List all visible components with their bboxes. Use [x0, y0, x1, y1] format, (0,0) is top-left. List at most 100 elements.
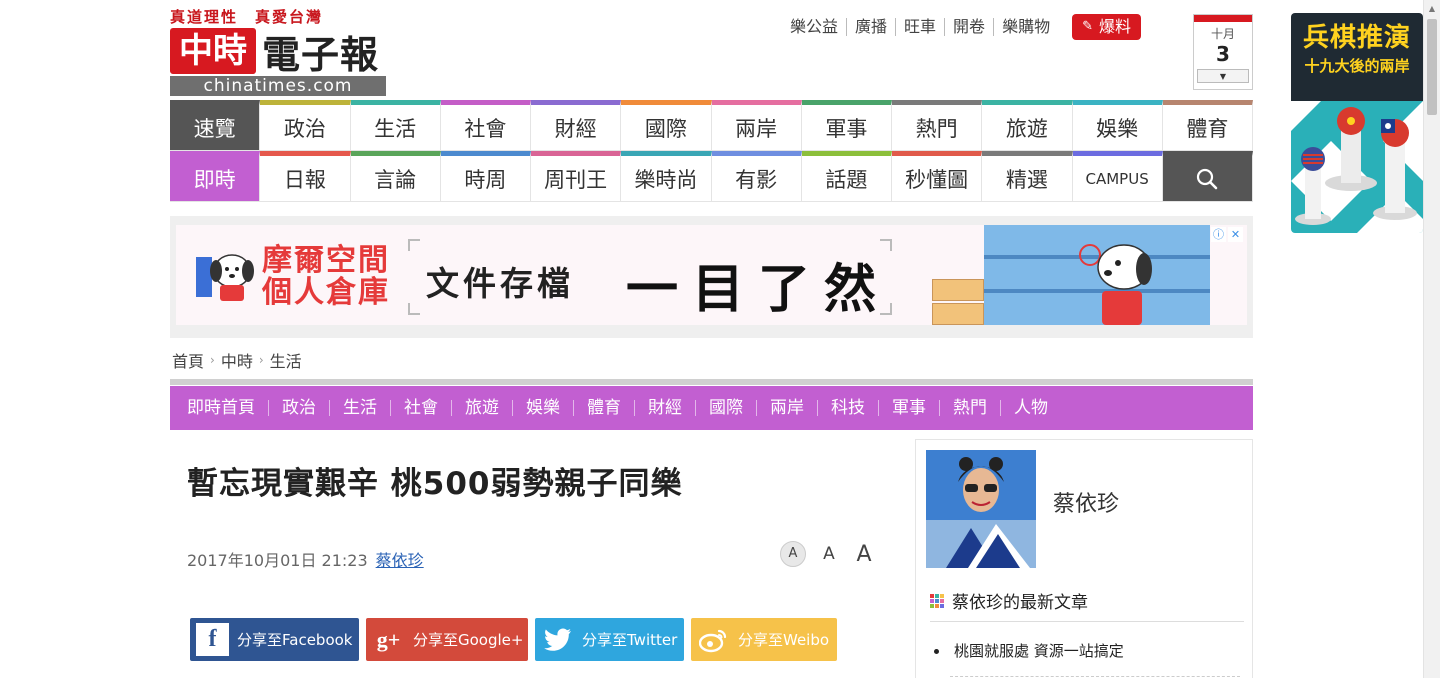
subnav-divider — [170, 379, 1253, 385]
dog-mascot-icon — [196, 254, 254, 301]
author-sidebar: 蔡依珍 蔡依珍的最新文章 桃園就服處 資源一站搞定 — [915, 439, 1253, 678]
nav-finance[interactable]: 財經 — [531, 100, 622, 151]
author-article-list: 桃園就服處 資源一站搞定 — [950, 640, 1124, 671]
font-size-small-button[interactable]: A — [780, 541, 806, 567]
share-facebook-label: 分享至Facebook — [237, 631, 353, 649]
calendar-month: 十月 — [1210, 27, 1235, 41]
author-latest-title: 蔡依珍的最新文章 — [952, 593, 1088, 613]
nav-life[interactable]: 生活 — [350, 100, 441, 151]
nav-sports[interactable]: 體育 — [1162, 100, 1253, 151]
subnav-international[interactable]: 國際 — [695, 400, 756, 417]
author-name[interactable]: 蔡依珍 — [1053, 486, 1119, 518]
subnav-entertainment[interactable]: 娛樂 — [512, 400, 573, 417]
nav-weekly-king[interactable]: 周刊王 — [531, 151, 622, 202]
scroll-up-arrow-icon[interactable]: ▲ — [1424, 0, 1440, 17]
subnav-politics[interactable]: 政治 — [268, 400, 329, 417]
subnav-sports[interactable]: 體育 — [573, 400, 634, 417]
share-facebook-button[interactable]: f 分享至Facebook — [190, 618, 359, 661]
ad-info-icon[interactable]: ⓘ — [1211, 227, 1226, 242]
subnav-hot[interactable]: 熱門 — [939, 400, 1000, 417]
breadcrumb-life[interactable]: 生活 — [270, 348, 302, 372]
subnav-tech[interactable]: 科技 — [817, 400, 878, 417]
article-meta: 2017年10月01日 21:23 蔡依珍 — [187, 547, 424, 571]
promo-title: 兵棋推演 — [1302, 23, 1411, 53]
breadcrumb-chinatimes[interactable]: 中時 — [221, 348, 253, 372]
nav-overview[interactable]: 速覽 — [170, 100, 261, 151]
chevron-right-icon: › — [210, 353, 215, 367]
ad-creative[interactable]: 摩爾空間 個人倉庫 文件存檔 一目了然 ⓘ ✕ — [176, 225, 1247, 325]
nav-featured[interactable]: 精選 — [982, 151, 1073, 202]
nav-cross-strait[interactable]: 兩岸 — [711, 100, 802, 151]
subnav-finance[interactable]: 財經 — [634, 400, 695, 417]
list-divider — [950, 676, 1240, 677]
nav-entertainment[interactable]: 娛樂 — [1072, 100, 1163, 151]
nav-hot[interactable]: 熱門 — [892, 100, 983, 151]
subnav-life[interactable]: 生活 — [329, 400, 390, 417]
logo-name: 電子報 — [262, 33, 380, 77]
top-link-books[interactable]: 開卷 — [944, 18, 993, 36]
top-link-shopping[interactable]: 樂購物 — [993, 18, 1058, 36]
top-link-car[interactable]: 旺車 — [895, 18, 944, 36]
nav-society[interactable]: 社會 — [440, 100, 531, 151]
nav-daily[interactable]: 日報 — [260, 151, 351, 202]
ad-shelves-illustration — [984, 225, 1210, 325]
subnav-society[interactable]: 社會 — [390, 400, 451, 417]
share-weibo-button[interactable]: 分享至Weibo — [691, 618, 837, 661]
subnav-people[interactable]: 人物 — [1000, 400, 1061, 417]
twitter-bird-icon — [541, 623, 574, 656]
subnav-military[interactable]: 軍事 — [878, 400, 939, 417]
nav-travel[interactable]: 旅遊 — [982, 100, 1073, 151]
ad-frame-corner — [408, 239, 420, 251]
nav-infographics[interactable]: 秒懂圖 — [892, 151, 983, 202]
author-avatar[interactable] — [926, 450, 1036, 568]
pencil-icon: ✎ — [1082, 19, 1093, 34]
tip-off-label: 爆料 — [1098, 17, 1131, 36]
date-calendar: 十月 3 ▼ — [1193, 14, 1253, 90]
share-weibo-label: 分享至Weibo — [738, 631, 830, 649]
logo-domain: chinatimes.com — [170, 76, 386, 96]
top-link-charity[interactable]: 樂公益 — [790, 18, 846, 36]
nav-realtime[interactable]: 即時 — [170, 151, 261, 202]
grid-icon — [930, 593, 944, 608]
promo-subtitle: 十九大後的兩岸 — [1304, 57, 1410, 75]
google-plus-icon: g+ — [376, 626, 401, 652]
page-scrollbar[interactable]: ▲ — [1423, 0, 1440, 678]
share-google-button[interactable]: g+ 分享至Google+ — [366, 618, 528, 661]
chess-pieces-illustration — [1291, 101, 1423, 233]
nav-opinion[interactable]: 言論 — [350, 151, 441, 202]
nav-topics[interactable]: 話題 — [801, 151, 892, 202]
scrollbar-thumb[interactable] — [1427, 19, 1437, 115]
author-photo-illustration — [926, 450, 1036, 568]
ad-close-icon[interactable]: ✕ — [1228, 227, 1243, 242]
font-size-large-button[interactable]: A — [852, 542, 876, 567]
breadcrumb-home[interactable]: 首頁 — [172, 348, 204, 372]
list-item[interactable]: 桃園就服處 資源一站搞定 — [950, 640, 1124, 661]
font-size-medium-button[interactable]: A — [818, 544, 840, 564]
nav-politics[interactable]: 政治 — [260, 100, 351, 151]
nav-military[interactable]: 軍事 — [801, 100, 892, 151]
search-icon — [1197, 168, 1218, 189]
ad-banner[interactable]: 摩爾空間 個人倉庫 文件存檔 一目了然 ⓘ ✕ — [170, 216, 1253, 338]
subnav-cross-strait[interactable]: 兩岸 — [756, 400, 817, 417]
nav-weekly[interactable]: 時周 — [440, 151, 531, 202]
article-datetime: 2017年10月01日 21:23 — [187, 551, 368, 570]
share-google-label: 分享至Google+ — [413, 631, 524, 649]
subnav-travel[interactable]: 旅遊 — [451, 400, 512, 417]
logo-badge: 中時 — [170, 28, 256, 74]
promo-banner[interactable]: 兵棋推演 十九大後的兩岸 — [1291, 13, 1423, 233]
tip-off-button[interactable]: ✎ 爆料 — [1072, 14, 1141, 40]
nav-fashion[interactable]: 樂時尚 — [621, 151, 712, 202]
calendar-dropdown-button[interactable]: ▼ — [1197, 69, 1249, 83]
article-author-link[interactable]: 蔡依珍 — [376, 547, 424, 571]
author-latest-heading: 蔡依珍的最新文章 — [930, 588, 1244, 622]
nav-video[interactable]: 有影 — [711, 151, 802, 202]
site-logo[interactable]: 真道理性 真愛台灣 中時 電子報 chinatimes.com — [170, 6, 388, 96]
nav-search-button[interactable] — [1162, 151, 1253, 202]
share-twitter-button[interactable]: 分享至Twitter — [535, 618, 684, 661]
chevron-right-icon: › — [258, 353, 264, 367]
nav-international[interactable]: 國際 — [621, 100, 712, 151]
ad-brand-line1: 摩爾空間 — [262, 243, 390, 278]
nav-campus[interactable]: CAMPUS — [1072, 151, 1163, 202]
top-link-radio[interactable]: 廣播 — [846, 18, 895, 36]
subnav-realtime-home[interactable]: 即時首頁 — [187, 400, 268, 417]
